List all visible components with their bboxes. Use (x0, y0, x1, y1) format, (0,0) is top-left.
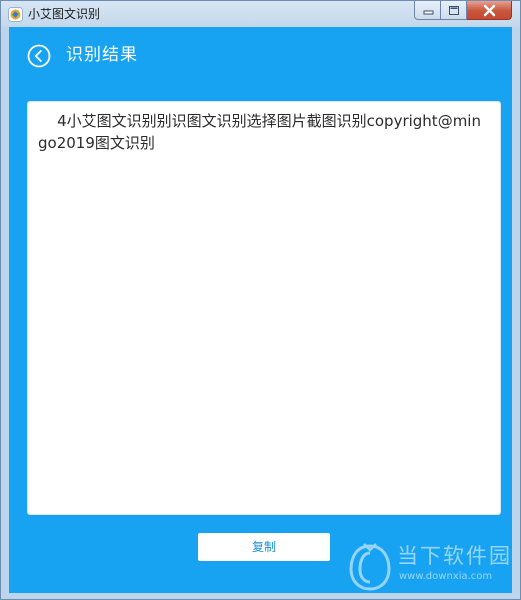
page-title: 识别结果 (66, 45, 138, 65)
watermark-brand: 当下软件园 (397, 544, 512, 568)
title-bar[interactable]: 小艾图文识别 (1, 1, 520, 27)
minimize-icon (423, 10, 434, 15)
maximize-button[interactable] (441, 1, 467, 20)
result-text-area[interactable]: 4小艾图文识别别识图文识别选择图片截图识别copyright@mingo2019… (27, 101, 501, 515)
window-title: 小艾图文识别 (28, 7, 101, 21)
app-logo-icon (8, 7, 23, 22)
watermark: 当下软件园 www.downxia.com (347, 543, 512, 593)
app-window: 小艾图文识别 识别结果 4小艾图文识别别识图文识别选择图片截图识别copyrig… (0, 0, 521, 600)
watermark-logo-icon (349, 543, 391, 591)
minimize-button[interactable] (414, 1, 441, 20)
close-button[interactable] (467, 1, 512, 20)
maximize-icon (449, 6, 459, 15)
watermark-url: www.downxia.com (399, 571, 493, 582)
main-panel: 识别结果 4小艾图文识别别识图文识别选择图片截图识别copyright@ming… (9, 27, 512, 593)
close-icon (483, 4, 496, 17)
copy-button[interactable]: 复制 (198, 533, 330, 561)
back-arrow-circle-icon[interactable] (27, 44, 51, 68)
window-controls (414, 1, 512, 21)
